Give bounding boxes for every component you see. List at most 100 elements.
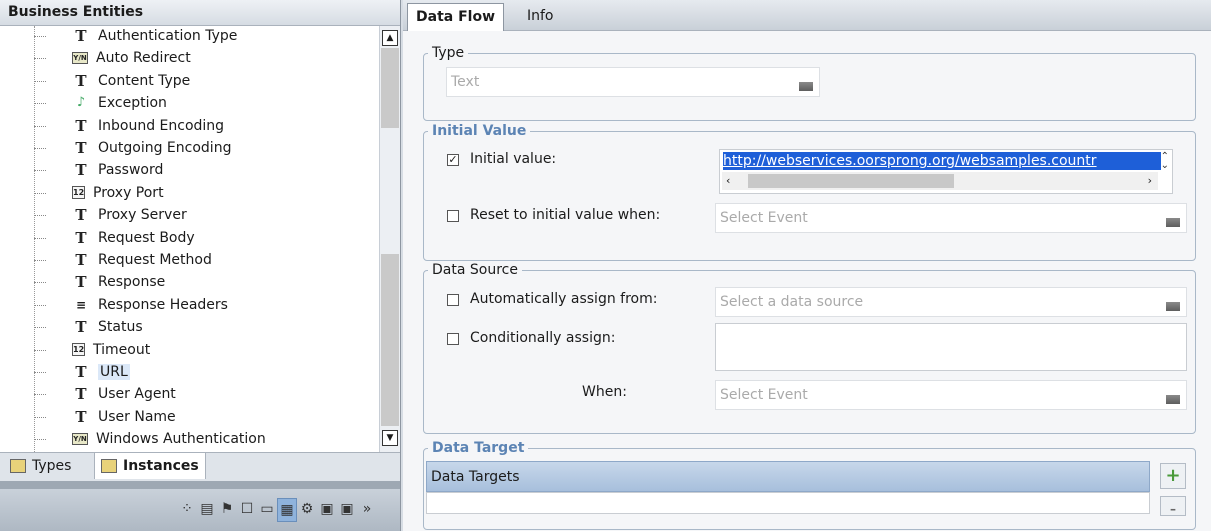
initial-value-text[interactable]: http://webservices.oorsprong.org/websamp… — [723, 152, 1161, 170]
tree-connector — [34, 282, 46, 284]
data-targets-header: Data Targets — [426, 461, 1150, 492]
instances-icon — [101, 459, 117, 473]
chevron-down-icon — [1166, 395, 1180, 404]
tab-instances-label: Instances — [123, 458, 199, 474]
remove-icon[interactable]: – — [1160, 496, 1186, 516]
tree-item[interactable]: T Outgoing Encoding — [34, 137, 231, 159]
scroll-left-icon[interactable]: ‹ — [726, 172, 730, 190]
reset-event-select[interactable]: Select Event — [715, 203, 1187, 233]
text-icon: T — [75, 407, 87, 426]
tree-item-label: Windows Authentication — [96, 431, 266, 448]
tree-item[interactable]: T Response — [34, 271, 166, 293]
tree-item[interactable]: ♪ Exception — [34, 92, 167, 114]
text-icon: T — [75, 71, 87, 90]
tree-item-label: Request Method — [98, 252, 212, 268]
bottom-toolbar: ⁘ ▤ ⚑ ☐ ▭ ▦ ⚙ ▣ ▣ » — [0, 489, 400, 531]
tree-connector — [34, 260, 46, 261]
tree-item[interactable]: T Inbound Encoding — [34, 115, 224, 137]
chat-icon[interactable]: ☐ — [238, 498, 256, 520]
data-source-select[interactable]: Select a data source — [715, 287, 1187, 317]
tree-connector-line — [34, 26, 35, 452]
tab-instances[interactable]: Instances — [94, 453, 206, 479]
tree-item[interactable]: T Proxy Server — [34, 204, 187, 226]
tree-item[interactable]: T URL — [34, 361, 130, 383]
tree-connector — [34, 304, 46, 306]
business-entities-icon[interactable]: ▦ — [277, 498, 297, 522]
monitor-icon[interactable]: ▭ — [258, 498, 276, 520]
tree-item[interactable]: Y/N Auto Redirect — [34, 47, 191, 69]
scroll-down-arrow-icon[interactable]: ▼ — [382, 430, 398, 446]
initial-value-field[interactable]: http://webservices.oorsprong.org/websamp… — [719, 149, 1173, 194]
tree-item[interactable]: T Request Body — [34, 227, 195, 249]
form-icon[interactable]: ▤ — [198, 498, 216, 520]
more-chevron-icon[interactable]: » — [358, 498, 376, 520]
tree-item-label: URL — [98, 364, 130, 380]
tree-connector — [34, 103, 46, 105]
tree-item[interactable]: T Status — [34, 316, 143, 338]
spin-arrows-icon[interactable]: ⌃ ⌄ — [1161, 152, 1169, 171]
tree-item[interactable]: T User Name — [34, 406, 176, 428]
tree-item-label: Auto Redirect — [96, 50, 191, 67]
tab-types-label: Types — [32, 458, 72, 474]
number-icon: 12 — [72, 343, 85, 357]
tree-item[interactable]: 12 Proxy Port — [34, 182, 164, 204]
number-icon: 12 — [72, 186, 85, 200]
tree-connector — [34, 36, 46, 37]
initial-value-legend: Initial Value — [432, 123, 527, 139]
when-event-select[interactable]: Select Event — [715, 380, 1187, 410]
yesno-icon: Y/N — [72, 52, 88, 65]
tree-item[interactable]: T Authentication Type — [34, 26, 238, 47]
conditional-assign-checkbox[interactable] — [447, 333, 459, 345]
tree-item-label: Status — [98, 319, 143, 336]
horizontal-scrollbar[interactable]: ‹ › — [722, 172, 1158, 190]
property-tab-bar: Data Flow Info — [403, 0, 1211, 31]
splitter-grip[interactable] — [0, 481, 400, 489]
text-icon: T — [75, 161, 87, 180]
text-icon: T — [75, 273, 87, 292]
tab-info[interactable]: Info — [519, 3, 562, 29]
tree-item[interactable]: Y/N Windows Authentication — [34, 428, 266, 450]
tree-connector — [34, 349, 46, 351]
reset-label: Reset to initial value when: — [470, 207, 661, 223]
left-tab-bar: Types Instances — [0, 452, 400, 481]
scrollbar-thumb[interactable] — [381, 254, 399, 426]
tree-item-label: Authentication Type — [98, 28, 238, 44]
tree-item[interactable]: T Request Method — [34, 249, 212, 271]
initial-value-checkbox[interactable]: ✓ — [447, 154, 459, 166]
business-entities-panel: Business Entities T Authentication Type Y/… — [0, 0, 401, 531]
conditional-assign-field[interactable] — [715, 323, 1187, 371]
tree-item[interactable]: T Password — [34, 159, 163, 181]
horizontal-scroll-thumb[interactable] — [748, 174, 954, 188]
type-select-value: Text — [451, 74, 480, 90]
printer-icon[interactable]: ▣ — [338, 498, 356, 520]
tree-item-label: Proxy Port — [93, 184, 164, 201]
text-icon: T — [75, 228, 87, 247]
tree-item[interactable]: T Content Type — [34, 70, 190, 92]
reset-checkbox[interactable] — [447, 210, 459, 222]
add-icon[interactable]: + — [1160, 463, 1186, 489]
workflow-icon[interactable]: ⁘ — [178, 498, 196, 520]
scroll-up-arrow-icon[interactable]: ▲ — [382, 30, 398, 46]
scroll-right-icon[interactable]: › — [1148, 172, 1152, 190]
tree-item-label: User Agent — [98, 386, 176, 403]
types-icon — [10, 459, 26, 473]
tree-item[interactable]: T User Agent — [34, 383, 176, 405]
tree-scrollbar[interactable]: ▲ ▼ — [379, 26, 400, 452]
tools-icon[interactable]: ⚙ — [298, 498, 316, 520]
reset-event-placeholder: Select Event — [720, 210, 808, 226]
database-icon[interactable]: ▣ — [318, 498, 336, 520]
auto-assign-checkbox[interactable] — [447, 294, 459, 306]
data-source-placeholder: Select a data source — [720, 294, 864, 310]
list-icon: ≡ — [75, 297, 87, 312]
tree-item-label: Response Headers — [98, 296, 228, 313]
tab-data-flow[interactable]: Data Flow — [407, 3, 504, 31]
type-select[interactable]: Text — [446, 67, 820, 97]
tab-types[interactable]: Types — [4, 453, 77, 479]
tree-connector — [34, 125, 46, 127]
tree-item[interactable]: ≡ Response Headers — [34, 294, 228, 316]
flag-icon[interactable]: ⚑ — [218, 498, 236, 520]
data-targets-list[interactable] — [426, 492, 1150, 514]
tree-item-label: Response — [98, 274, 166, 291]
tree-item[interactable]: 12 Timeout — [34, 339, 150, 361]
panel-title: Business Entities — [0, 0, 400, 26]
